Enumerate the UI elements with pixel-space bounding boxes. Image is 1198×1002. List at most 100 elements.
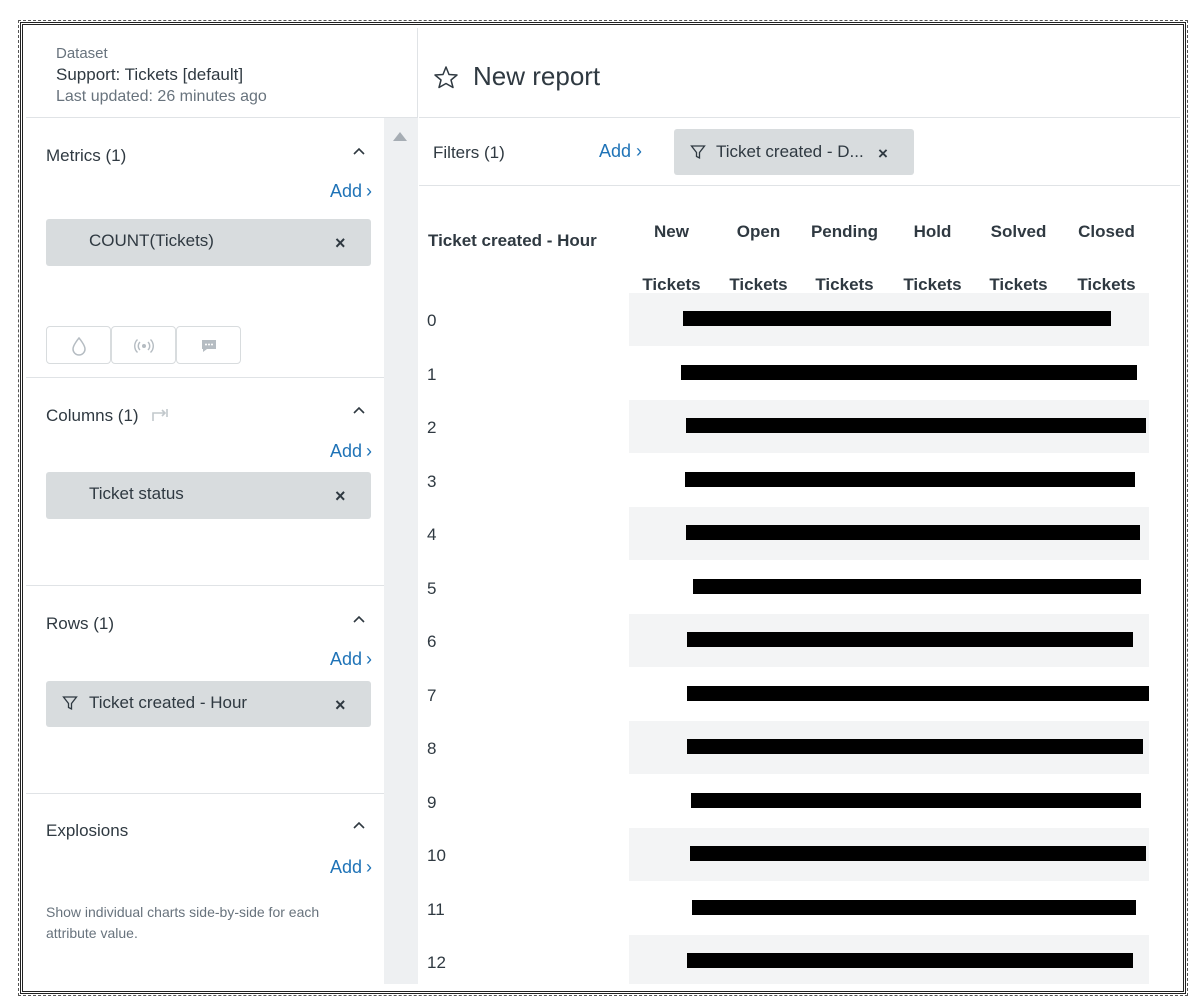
redacted-values [691, 792, 1141, 808]
explosions-add-link[interactable]: Add › [330, 857, 372, 878]
columns-add-label: Add [329, 441, 362, 461]
row-pill[interactable]: Ticket created - Hour × [46, 681, 371, 727]
close-icon[interactable]: × [335, 233, 346, 254]
filter-pill[interactable]: Ticket created - D... × [674, 129, 914, 175]
table-row: 6 [419, 614, 1180, 667]
redacted-values [692, 899, 1136, 915]
row-label: 4 [427, 525, 437, 544]
redacted-values [690, 846, 1146, 861]
redacted-values [693, 578, 1141, 594]
metric-pill[interactable]: COUNT(Tickets) × [46, 219, 371, 266]
filters-add-label: Add [599, 141, 632, 161]
table-row: 0 [419, 293, 1180, 346]
filter-pill-label: Ticket created - D... [716, 142, 864, 161]
table-row: 2 [419, 400, 1180, 453]
chat-button[interactable] [176, 326, 241, 364]
metrics-section: Metrics (1) Add › COUNT(Tickets) × [26, 118, 384, 378]
report-header: New report [419, 28, 1180, 118]
table-row: 9 [419, 775, 1180, 828]
column-header-line1: Open [736, 222, 781, 241]
rows-add-label: Add [329, 649, 362, 669]
row-label: 5 [427, 578, 437, 598]
chevron-up-icon[interactable] [352, 403, 366, 417]
metrics-add-label: Add [329, 181, 362, 201]
dataset-updated: Last updated: 26 minutes ago [56, 88, 267, 105]
row-label: 11 [427, 899, 445, 919]
table-row: 10 [419, 828, 1180, 881]
redacted-values [683, 311, 1111, 326]
chevron-right-icon: › [366, 649, 372, 669]
close-icon[interactable]: × [878, 144, 888, 164]
broadcast-button[interactable] [111, 326, 176, 364]
chevron-right-icon: › [366, 181, 372, 201]
row-label: 0 [427, 311, 437, 330]
chevron-up-icon[interactable] [352, 144, 366, 158]
columns-add-link[interactable]: Add › [330, 441, 372, 462]
explosions-section: Explosions Add › Show individual charts s… [26, 794, 384, 984]
filters-label: Filters (1) [433, 143, 505, 162]
filter-icon [690, 145, 706, 160]
chevron-right-icon: › [366, 857, 372, 877]
metrics-add-link[interactable]: Add › [330, 181, 372, 202]
redacted-values [681, 364, 1137, 380]
report-panel: New report Filters (1) Add › Ticket creat… [419, 28, 1180, 984]
row-label: 2 [427, 418, 437, 437]
config-panel: Dataset Support: Tickets [default] Last … [26, 28, 418, 984]
metric-pill-label: COUNT(Tickets) [89, 231, 214, 250]
chevron-right-icon: › [366, 441, 372, 461]
broadcast-icon [134, 338, 154, 354]
close-icon[interactable]: × [335, 695, 346, 716]
close-icon[interactable]: × [335, 486, 346, 507]
chevron-right-icon: › [636, 141, 643, 161]
config-scrollbar[interactable] [384, 118, 418, 984]
column-pill[interactable]: Ticket status × [46, 472, 371, 519]
column-pill-label: Ticket status [89, 484, 184, 503]
table-row: 8 [419, 721, 1180, 774]
columns-section: Columns (1) Add › Ticket status × [26, 378, 384, 586]
chevron-up-icon[interactable] [352, 818, 366, 832]
columns-title-text: Columns (1) [46, 406, 139, 425]
redacted-values [686, 525, 1140, 540]
columns-title: Columns (1) [46, 405, 171, 426]
rows-section: Rows (1) Add › Ticket created - Hour × [26, 586, 384, 794]
redacted-values [687, 953, 1133, 968]
rows-add-link[interactable]: Add › [330, 649, 372, 670]
table-row: 1 [419, 347, 1180, 400]
rows-title: Rows (1) [46, 614, 115, 633]
row-pill-label: Ticket created - Hour [89, 693, 248, 712]
row-label: 8 [427, 739, 437, 758]
star-icon[interactable] [433, 65, 459, 89]
metrics-title: Metrics (1) [46, 146, 127, 165]
filters-add-link[interactable]: Add › [599, 141, 642, 162]
dataset-label: Dataset [56, 45, 108, 62]
dataset-name[interactable]: Support: Tickets [default] [56, 64, 418, 86]
table-row: 3 [419, 454, 1180, 507]
column-header-line1: New [654, 222, 689, 241]
row-label: 10 [427, 846, 446, 865]
table-row: 7 [419, 668, 1180, 721]
column-header-line1: Solved [990, 222, 1047, 241]
redacted-values [686, 418, 1146, 433]
drop-button[interactable] [46, 326, 111, 364]
chat-icon [202, 340, 216, 352]
drop-icon [72, 336, 86, 356]
chevron-up-icon[interactable] [352, 612, 366, 626]
swap-icon[interactable] [149, 405, 171, 425]
pivot-table: Ticket created - Hour New Tickets Open Tick… [419, 187, 1180, 984]
report-builder: Dataset Support: Tickets [default] Last … [26, 28, 1180, 984]
table-row: 11 [419, 882, 1180, 935]
table-row: 5 [419, 561, 1180, 614]
row-label: 7 [427, 685, 437, 705]
explosions-description: Show individual charts side-by-side for … [46, 904, 320, 941]
redacted-values [687, 739, 1143, 754]
config-sections: Metrics (1) Add › COUNT(Tickets) × Colum… [26, 118, 384, 984]
filter-icon [62, 696, 78, 711]
scroll-up-icon[interactable] [393, 132, 407, 141]
redacted-values [687, 685, 1149, 701]
row-header: Ticket created - Hour [428, 231, 597, 250]
explosions-title: Explosions [46, 821, 129, 840]
report-title[interactable]: New report [473, 61, 600, 92]
column-header-line1: Closed [1078, 222, 1135, 241]
column-header-line1: Pending [810, 222, 879, 241]
table-row: 12 [419, 935, 1180, 984]
